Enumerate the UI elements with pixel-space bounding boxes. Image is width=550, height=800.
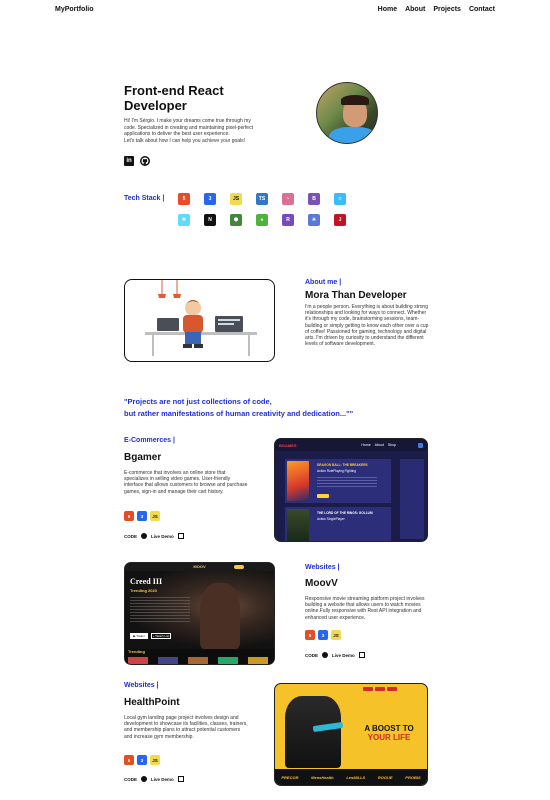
- typescript-icon: TS: [256, 193, 268, 205]
- live-demo-link[interactable]: Live Demo: [151, 534, 174, 539]
- mongodb-icon: ♠: [256, 214, 268, 226]
- project-category-websites: Websites |: [305, 564, 340, 571]
- project-desc-moovv: Responsive movie streaming platform proj…: [305, 596, 425, 621]
- about-label: About me |: [305, 279, 342, 286]
- project-tech-bgamer: 5 3 JS: [124, 511, 160, 521]
- javascript-icon: JS: [150, 511, 160, 521]
- css3-icon: 3: [137, 755, 147, 765]
- code-link[interactable]: CODE: [124, 534, 137, 539]
- bgamer-logo: BGAMES: [279, 442, 297, 448]
- css3-icon: 3: [137, 511, 147, 521]
- html5-icon: 5: [305, 630, 315, 640]
- javascript-icon: JS: [331, 630, 341, 640]
- toggle-icon: [234, 565, 244, 569]
- nav-links: Home About Projects Contact: [378, 6, 495, 13]
- game-cover-dragonball: [287, 461, 309, 501]
- game-cover-gollum: [287, 509, 309, 541]
- cart-icon: [418, 442, 423, 448]
- github-icon[interactable]: [141, 776, 148, 782]
- styled-components-icon: ~: [282, 193, 294, 205]
- javascript-icon: JS: [230, 193, 242, 205]
- css3-icon: 3: [204, 193, 216, 205]
- watchlist-button[interactable]: + Watch List: [151, 633, 171, 639]
- about-title: Mora Than Developer: [305, 290, 407, 301]
- code-link[interactable]: CODE: [305, 653, 318, 658]
- about-illustration: [124, 279, 275, 362]
- social-links: in: [124, 156, 150, 166]
- bgamer-genre-sidebar: [400, 459, 424, 539]
- nav-link-home[interactable]: Home: [378, 6, 397, 13]
- code-link[interactable]: CODE: [124, 777, 137, 782]
- github-icon[interactable]: [140, 156, 150, 166]
- html5-icon: 5: [124, 755, 134, 765]
- hero-intro: Hi! I'm Sérgio. I make your dreams come …: [124, 118, 253, 144]
- healthpoint-headline: A BOOST TO YOUR LIFE: [364, 724, 414, 742]
- project-links-healthpoint: CODE Live Demo: [124, 776, 184, 782]
- trailer-button[interactable]: ▶ Trailer: [130, 633, 148, 639]
- nodejs-icon: ⬢: [230, 214, 242, 226]
- project-title-moovv: MoovV: [305, 578, 338, 589]
- project-links-moovv: CODE Live Demo: [305, 652, 365, 658]
- javascript-icon: JS: [150, 755, 160, 765]
- project-title-bgamer: Bgamer: [124, 452, 162, 463]
- linkedin-icon[interactable]: in: [124, 156, 134, 166]
- live-demo-link[interactable]: Live Demo: [151, 777, 174, 782]
- healthpoint-screenshot[interactable]: A BOOST TO YOUR LIFE PRECOR MensHealth L…: [274, 683, 428, 786]
- tech-stack-grid: 5 3 JS TS ~ B ≈ ⚛ N ⬢ ♠ R ☀ J: [178, 193, 358, 235]
- project-desc-healthpoint: Local gym landing page project involves …: [124, 715, 248, 740]
- live-demo-link[interactable]: Live Demo: [332, 653, 355, 658]
- sponsor-bar: PRECOR MensHealth LesMILLS ROGUE PROBIS: [275, 769, 427, 785]
- tech-stack-label: Tech Stack |: [124, 195, 165, 202]
- github-icon[interactable]: [141, 533, 148, 539]
- project-category-websites: Websites |: [124, 682, 159, 689]
- hero-title: Front-end React Developer: [124, 83, 224, 113]
- project-category-ecommerce: E-Commerces |: [124, 437, 175, 444]
- project-title-healthpoint: HealthPoint: [124, 697, 180, 708]
- project-links-bgamer: CODE Live Demo: [124, 533, 184, 539]
- html5-icon: 5: [124, 511, 134, 521]
- external-link-icon[interactable]: [177, 533, 184, 539]
- add-to-cart-button[interactable]: [317, 494, 329, 498]
- html5-icon: 5: [178, 193, 190, 205]
- tailwind-icon: ≈: [334, 193, 346, 205]
- moovv-screenshot[interactable]: MOOV Creed III Trending 2023 ▶ Trailer +…: [124, 562, 275, 665]
- testing-library-icon: ☀: [308, 214, 320, 226]
- site-logo[interactable]: MyPortfolio: [55, 6, 94, 13]
- jest-icon: J: [334, 214, 346, 226]
- external-link-icon[interactable]: [358, 652, 365, 658]
- nav-link-projects[interactable]: Projects: [433, 6, 461, 13]
- react-icon: ⚛: [178, 214, 190, 226]
- project-desc-bgamer: E-commerce that involves an online store…: [124, 470, 248, 495]
- about-text: I'm a people person. Everything is about…: [305, 304, 429, 348]
- redux-icon: R: [282, 214, 294, 226]
- bootstrap-icon: B: [308, 193, 320, 205]
- nextjs-icon: N: [204, 214, 216, 226]
- bgamer-screenshot[interactable]: BGAMES Home About Shop DRAGON BALL: THE …: [274, 438, 428, 542]
- css3-icon: 3: [318, 630, 328, 640]
- projects-quote: "Projects are not just collections of co…: [124, 397, 354, 418]
- nav-link-contact[interactable]: Contact: [469, 6, 495, 13]
- top-navbar: MyPortfolio Home About Projects Contact: [0, 0, 550, 20]
- github-icon[interactable]: [322, 652, 329, 658]
- moov-logo: MOOV: [193, 564, 206, 569]
- nav-link-about[interactable]: About: [405, 6, 425, 13]
- project-tech-moovv: 5 3 JS: [305, 630, 341, 640]
- external-link-icon[interactable]: [177, 776, 184, 782]
- movie-title: Creed III: [130, 577, 163, 586]
- profile-avatar: [316, 82, 378, 144]
- project-tech-healthpoint: 5 3 JS: [124, 755, 160, 765]
